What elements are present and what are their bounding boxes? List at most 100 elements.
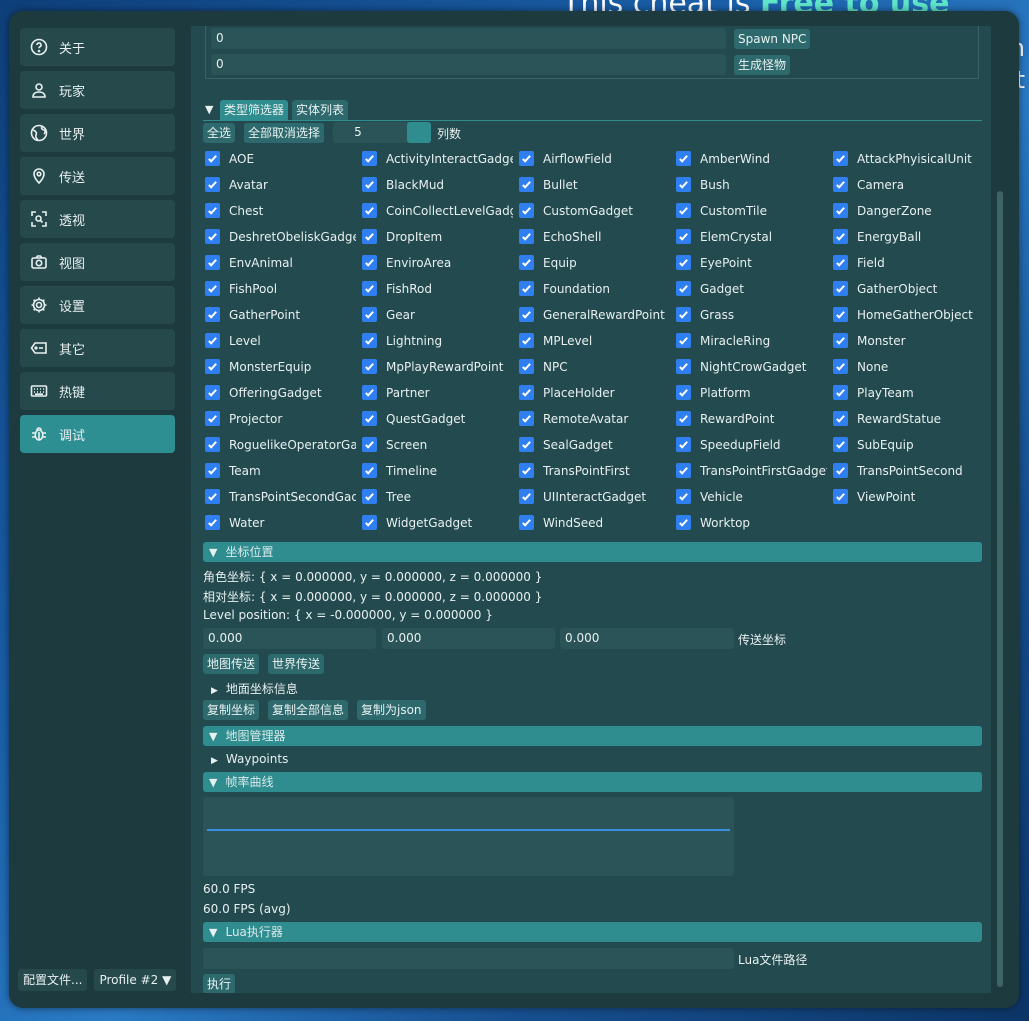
- type-filter-checkbox[interactable]: Water: [205, 515, 356, 530]
- type-filter-checkbox[interactable]: EnergyBall: [833, 229, 984, 244]
- spawn-npc-button[interactable]: Spawn NPC: [734, 29, 811, 49]
- tab-entity-list[interactable]: 实体列表: [292, 100, 349, 120]
- spawn-monster-id-input[interactable]: 0: [211, 54, 726, 75]
- type-filter-checkbox[interactable]: GatherPoint: [205, 307, 356, 322]
- type-filter-checkbox[interactable]: AirflowField: [519, 151, 670, 166]
- ground-info-toggle[interactable]: ▶ 地面坐标信息: [211, 680, 298, 697]
- sidebar-item-globe[interactable]: 世界: [20, 114, 175, 152]
- collapse-arrow-icon[interactable]: ▼: [205, 103, 213, 116]
- type-filter-checkbox[interactable]: Avatar: [205, 177, 356, 192]
- type-filter-checkbox[interactable]: AOE: [205, 151, 356, 166]
- type-filter-checkbox[interactable]: Tree: [362, 489, 513, 504]
- type-filter-checkbox[interactable]: TransPointSecond: [833, 463, 984, 478]
- lua-path-input[interactable]: [203, 948, 734, 969]
- type-filter-checkbox[interactable]: TransPointFirstGadget: [676, 463, 827, 478]
- type-filter-checkbox[interactable]: MPLevel: [519, 333, 670, 348]
- select-all-button[interactable]: 全选: [203, 123, 236, 143]
- type-filter-checkbox[interactable]: Gadget: [676, 281, 827, 296]
- type-filter-checkbox[interactable]: Projector: [205, 411, 356, 426]
- type-filter-checkbox[interactable]: Foundation: [519, 281, 670, 296]
- world-teleport-button[interactable]: 世界传送: [268, 654, 325, 674]
- type-filter-checkbox[interactable]: ActivityInteractGadget: [362, 151, 513, 166]
- sidebar-item-keyboard[interactable]: 热键: [20, 372, 175, 410]
- type-filter-checkbox[interactable]: Team: [205, 463, 356, 478]
- profile-select[interactable]: Profile #2 ▼: [94, 969, 177, 991]
- type-filter-checkbox[interactable]: BlackMud: [362, 177, 513, 192]
- sidebar-item-user[interactable]: 玩家: [20, 71, 175, 109]
- type-filter-checkbox[interactable]: UIInteractGadget: [519, 489, 670, 504]
- type-filter-checkbox[interactable]: HomeGatherObject: [833, 307, 984, 322]
- type-filter-checkbox[interactable]: ElemCrystal: [676, 229, 827, 244]
- type-filter-checkbox[interactable]: OfferingGadget: [205, 385, 356, 400]
- type-filter-checkbox[interactable]: SealGadget: [519, 437, 670, 452]
- type-filter-checkbox[interactable]: Lightning: [362, 333, 513, 348]
- copy-all-info-button[interactable]: 复制全部信息: [268, 700, 349, 720]
- type-filter-checkbox[interactable]: NightCrowGadget: [676, 359, 827, 374]
- map-teleport-button[interactable]: 地图传送: [203, 654, 260, 674]
- sidebar-item-gear[interactable]: 设置: [20, 286, 175, 324]
- copy-json-button[interactable]: 复制为json: [357, 700, 426, 720]
- type-filter-checkbox[interactable]: Timeline: [362, 463, 513, 478]
- type-filter-checkbox[interactable]: MpPlayRewardPoint: [362, 359, 513, 374]
- columns-stepper-fill[interactable]: [407, 122, 431, 143]
- teleport-z-input[interactable]: 0.000: [560, 628, 734, 649]
- type-filter-checkbox[interactable]: RewardPoint: [676, 411, 827, 426]
- type-filter-checkbox[interactable]: CustomGadget: [519, 203, 670, 218]
- waypoints-toggle[interactable]: ▶ Waypoints: [211, 752, 288, 766]
- spawn-monster-button[interactable]: 生成怪物: [734, 55, 791, 75]
- type-filter-checkbox[interactable]: AttackPhyisicalUnit: [833, 151, 984, 166]
- type-filter-checkbox[interactable]: SubEquip: [833, 437, 984, 452]
- fps-header[interactable]: ▼ 帧率曲线: [203, 772, 982, 792]
- type-filter-checkbox[interactable]: TransPointFirst: [519, 463, 670, 478]
- type-filter-checkbox[interactable]: ViewPoint: [833, 489, 984, 504]
- teleport-y-input[interactable]: 0.000: [382, 628, 555, 649]
- type-filter-checkbox[interactable]: Grass: [676, 307, 827, 322]
- teleport-x-input[interactable]: 0.000: [203, 628, 376, 649]
- type-filter-checkbox[interactable]: Vehicle: [676, 489, 827, 504]
- type-filter-checkbox[interactable]: None: [833, 359, 984, 374]
- type-filter-checkbox[interactable]: Bullet: [519, 177, 670, 192]
- type-filter-checkbox[interactable]: Equip: [519, 255, 670, 270]
- type-filter-checkbox[interactable]: EnvAnimal: [205, 255, 356, 270]
- type-filter-checkbox[interactable]: Worktop: [676, 515, 827, 530]
- type-filter-checkbox[interactable]: Camera: [833, 177, 984, 192]
- type-filter-checkbox[interactable]: Chest: [205, 203, 356, 218]
- type-filter-checkbox[interactable]: Field: [833, 255, 984, 270]
- type-filter-checkbox[interactable]: DangerZone: [833, 203, 984, 218]
- type-filter-checkbox[interactable]: Bush: [676, 177, 827, 192]
- lua-header[interactable]: ▼ Lua执行器: [203, 922, 982, 942]
- type-filter-checkbox[interactable]: FishRod: [362, 281, 513, 296]
- type-filter-checkbox[interactable]: AmberWind: [676, 151, 827, 166]
- type-filter-checkbox[interactable]: Gear: [362, 307, 513, 322]
- type-filter-checkbox[interactable]: EchoShell: [519, 229, 670, 244]
- type-filter-checkbox[interactable]: EnviroArea: [362, 255, 513, 270]
- map-manager-header[interactable]: ▼ 地图管理器: [203, 726, 982, 746]
- type-filter-checkbox[interactable]: DropItem: [362, 229, 513, 244]
- type-filter-checkbox[interactable]: MonsterEquip: [205, 359, 356, 374]
- sidebar-item-scan[interactable]: 透视: [20, 200, 175, 238]
- type-filter-checkbox[interactable]: RoguelikeOperatorGadget: [205, 437, 356, 452]
- type-filter-checkbox[interactable]: QuestGadget: [362, 411, 513, 426]
- lua-run-button[interactable]: 执行: [203, 974, 236, 993]
- coords-header[interactable]: ▼ 坐标位置: [203, 542, 982, 562]
- type-filter-checkbox[interactable]: MiracleRing: [676, 333, 827, 348]
- sidebar-item-bug[interactable]: 调试: [20, 415, 175, 453]
- type-filter-checkbox[interactable]: PlayTeam: [833, 385, 984, 400]
- sidebar-item-map-pin[interactable]: 传送: [20, 157, 175, 195]
- sidebar-item-camera[interactable]: 视图: [20, 243, 175, 281]
- sidebar-item-help-circle[interactable]: 关于: [20, 28, 175, 66]
- type-filter-checkbox[interactable]: Level: [205, 333, 356, 348]
- type-filter-checkbox[interactable]: EyePoint: [676, 255, 827, 270]
- type-filter-checkbox[interactable]: GatherObject: [833, 281, 984, 296]
- type-filter-checkbox[interactable]: SpeedupField: [676, 437, 827, 452]
- type-filter-checkbox[interactable]: Partner: [362, 385, 513, 400]
- type-filter-checkbox[interactable]: NPC: [519, 359, 670, 374]
- type-filter-checkbox[interactable]: DeshretObeliskGadget: [205, 229, 356, 244]
- type-filter-checkbox[interactable]: GeneralRewardPoint: [519, 307, 670, 322]
- type-filter-checkbox[interactable]: CustomTile: [676, 203, 827, 218]
- type-filter-checkbox[interactable]: TransPointSecondGadget: [205, 489, 356, 504]
- type-filter-checkbox[interactable]: WidgetGadget: [362, 515, 513, 530]
- type-filter-checkbox[interactable]: Screen: [362, 437, 513, 452]
- type-filter-checkbox[interactable]: Platform: [676, 385, 827, 400]
- type-filter-checkbox[interactable]: RewardStatue: [833, 411, 984, 426]
